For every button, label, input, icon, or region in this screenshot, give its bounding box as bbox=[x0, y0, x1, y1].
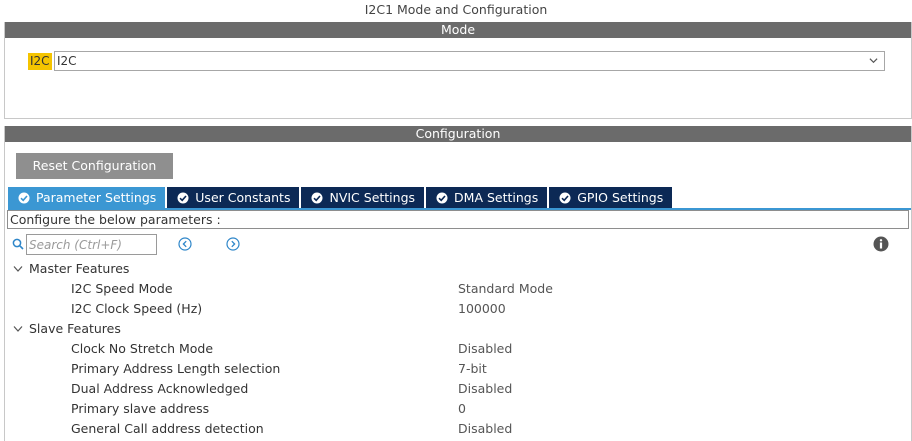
circle-arrow-right-icon[interactable] bbox=[226, 237, 240, 251]
tab-nvic-settings[interactable]: NVIC Settings bbox=[301, 187, 425, 208]
search-input[interactable] bbox=[26, 234, 157, 255]
param-row[interactable]: Dual Address Acknowledged Disabled bbox=[5, 379, 911, 399]
param-row[interactable]: General Call address detection Disabled bbox=[5, 419, 911, 439]
group-master-features[interactable]: Master Features bbox=[5, 259, 911, 279]
param-value[interactable]: Disabled bbox=[458, 339, 512, 359]
parameter-tree: Master Features I2C Speed Mode Standard … bbox=[5, 259, 911, 439]
tab-gpio-settings[interactable]: GPIO Settings bbox=[549, 187, 673, 208]
check-circle-icon bbox=[436, 192, 448, 203]
tab-label: DMA Settings bbox=[454, 190, 539, 205]
group-label: Master Features bbox=[29, 261, 130, 276]
param-row[interactable]: I2C Speed Mode Standard Mode bbox=[5, 279, 911, 299]
chevron-down-icon[interactable] bbox=[13, 325, 23, 333]
circle-arrow-left-icon[interactable] bbox=[178, 237, 192, 251]
chevron-down-icon bbox=[869, 58, 878, 64]
param-row[interactable]: Clock No Stretch Mode Disabled bbox=[5, 339, 911, 359]
reset-configuration-button[interactable]: Reset Configuration bbox=[16, 153, 173, 179]
mode-row: I2C I2C bbox=[28, 51, 885, 71]
window-title: I2C1 Mode and Configuration bbox=[0, 0, 912, 22]
param-name: I2C Speed Mode bbox=[71, 281, 173, 296]
param-name: Dual Address Acknowledged bbox=[71, 381, 249, 396]
param-value[interactable]: 7-bit bbox=[458, 359, 487, 379]
mode-field-label: I2C bbox=[28, 52, 52, 70]
tab-parameter-settings[interactable]: Parameter Settings bbox=[8, 187, 166, 208]
mode-panel: Mode I2C I2C bbox=[4, 22, 912, 119]
param-name: I2C Clock Speed (Hz) bbox=[71, 301, 203, 316]
check-circle-icon bbox=[311, 192, 323, 203]
check-circle-icon bbox=[177, 192, 189, 203]
tab-label: Parameter Settings bbox=[36, 190, 157, 205]
param-value[interactable]: 100000 bbox=[458, 299, 506, 319]
param-row[interactable]: Primary Address Length selection 7-bit bbox=[5, 359, 911, 379]
info-icon[interactable] bbox=[873, 236, 889, 252]
param-name: Primary slave address bbox=[71, 401, 210, 416]
parameters-description: Configure the below parameters : bbox=[7, 210, 909, 229]
param-row[interactable]: Primary slave address 0 bbox=[5, 399, 911, 419]
group-slave-features[interactable]: Slave Features bbox=[5, 319, 911, 339]
search-icon bbox=[12, 238, 24, 250]
param-value[interactable]: Standard Mode bbox=[458, 279, 553, 299]
param-name: Primary Address Length selection bbox=[71, 361, 281, 376]
param-name: General Call address detection bbox=[71, 421, 264, 436]
tab-label: NVIC Settings bbox=[329, 190, 416, 205]
mode-select-value: I2C bbox=[57, 54, 77, 68]
param-value[interactable]: Disabled bbox=[458, 419, 512, 439]
param-value[interactable]: Disabled bbox=[458, 379, 512, 399]
tab-label: User Constants bbox=[195, 190, 291, 205]
tab-label: GPIO Settings bbox=[577, 190, 664, 205]
mode-section-header: Mode bbox=[5, 22, 911, 38]
check-circle-icon bbox=[18, 192, 30, 203]
configuration-section-header: Configuration bbox=[5, 126, 911, 142]
mode-select[interactable]: I2C bbox=[54, 51, 885, 71]
param-name: Clock No Stretch Mode bbox=[71, 341, 214, 356]
configuration-panel: Configuration Reset Configuration Parame… bbox=[4, 126, 912, 441]
tab-dma-settings[interactable]: DMA Settings bbox=[426, 187, 548, 208]
tab-user-constants[interactable]: User Constants bbox=[167, 187, 300, 208]
chevron-down-icon[interactable] bbox=[13, 265, 23, 273]
group-label: Slave Features bbox=[29, 321, 121, 336]
param-row[interactable]: I2C Clock Speed (Hz) 100000 bbox=[5, 299, 911, 319]
param-value[interactable]: 0 bbox=[458, 399, 466, 419]
tab-bar: Parameter Settings User Constants NVIC S… bbox=[8, 187, 674, 208]
check-circle-icon bbox=[559, 192, 571, 203]
